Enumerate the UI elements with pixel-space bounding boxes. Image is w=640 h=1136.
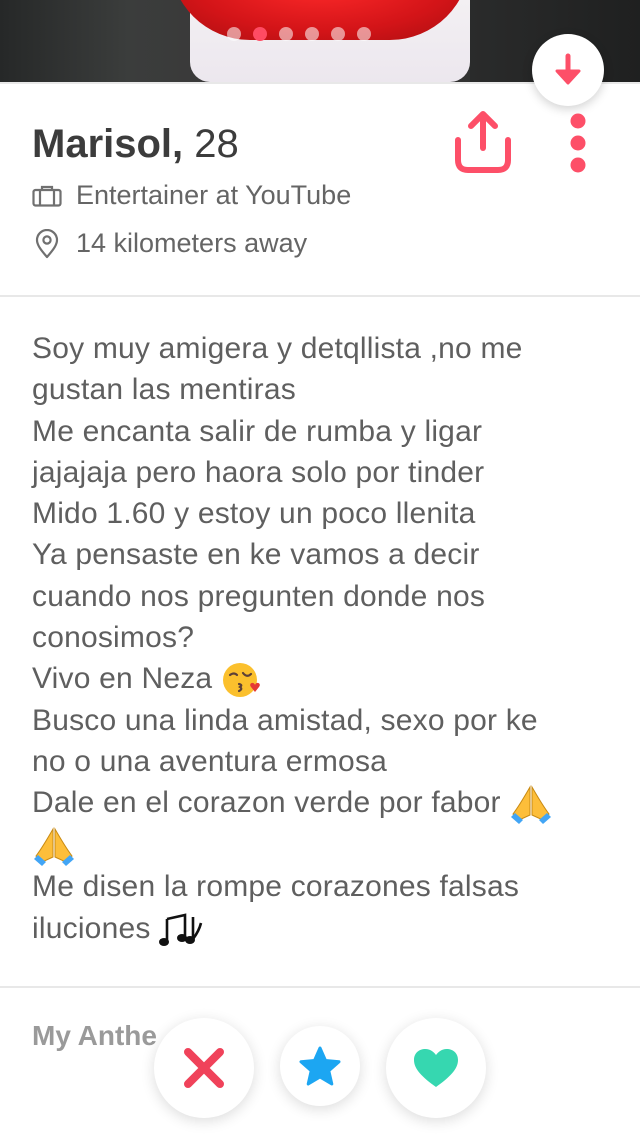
more-options-button[interactable] xyxy=(562,112,594,174)
kiss-face-emoji-icon xyxy=(222,663,260,698)
more-vertical-icon xyxy=(570,113,586,173)
bio-text: Soy muy amigera y detqllista ,no me gust… xyxy=(32,328,622,949)
job-row: Entertainer at YouTube xyxy=(32,180,351,211)
profile-name: Marisol, 28 xyxy=(32,122,239,167)
bio-line-text: iluciones xyxy=(32,911,151,945)
star-icon xyxy=(299,1046,341,1086)
share-button[interactable] xyxy=(452,110,514,174)
profile-first-name: Marisol, xyxy=(32,122,184,166)
musical-notes-emoji-icon xyxy=(159,913,203,946)
bio-line: cuando nos pregunten donde nos xyxy=(32,579,486,613)
location-pin-icon xyxy=(35,228,59,258)
bio-line: Soy muy amigera y detqllista ,no me xyxy=(32,332,523,365)
photo-dot[interactable] xyxy=(227,27,241,41)
action-bar xyxy=(0,1010,640,1136)
bio-line: Me encanta salir de rumba y ligar xyxy=(32,414,483,448)
bio-line: jajajaja pero haora solo por tinder xyxy=(32,455,485,489)
photo-dot[interactable] xyxy=(331,27,345,41)
bio-line: no o una aventura ermosa xyxy=(32,744,388,778)
bio-line-text: Dale en el corazon verde por fabor xyxy=(32,786,501,820)
bio-line: Me disen la rompe corazones falsas xyxy=(32,870,520,904)
super-like-button[interactable] xyxy=(280,1026,360,1106)
collapse-profile-button[interactable] xyxy=(532,34,604,106)
heart-icon xyxy=(414,1049,458,1087)
bio-line: gustan las mentiras xyxy=(32,373,296,407)
praying-hands-emoji-icon xyxy=(34,827,74,867)
bio-line-with-emoji: Vivo en Neza xyxy=(32,658,622,699)
photo-dot[interactable] xyxy=(279,27,293,41)
job-text: Entertainer at YouTube xyxy=(76,180,352,210)
close-icon xyxy=(184,1048,224,1088)
photo-pagination xyxy=(227,27,371,41)
distance-row: 14 kilometers away xyxy=(32,228,307,259)
bio-line: Busco una linda amistad, sexo por ke xyxy=(32,703,538,737)
bio-divider xyxy=(0,986,640,988)
arrow-down-icon xyxy=(555,53,581,85)
bio-line: Mido 1.60 y estoy un poco llenita xyxy=(32,497,476,531)
like-button[interactable] xyxy=(386,1018,486,1118)
profile-age: 28 xyxy=(194,122,239,166)
bio-line: Ya pensaste en ke vamos a decir xyxy=(32,538,480,572)
header-divider xyxy=(0,295,640,297)
bio-line: conosimos? xyxy=(32,621,195,655)
photo-dot[interactable] xyxy=(357,27,371,41)
share-icon xyxy=(455,111,511,173)
briefcase-icon xyxy=(32,185,62,207)
praying-hands-emoji-icon xyxy=(511,785,552,825)
photo-dot[interactable] xyxy=(305,27,319,41)
bio-line-with-emoji: Dale en el corazon verde por fabor xyxy=(32,782,622,825)
distance-text: 14 kilometers away xyxy=(76,228,308,258)
photo-dot-active[interactable] xyxy=(253,27,267,41)
nope-button[interactable] xyxy=(154,1018,254,1118)
bio-line-with-emoji xyxy=(32,824,622,867)
bio-line-with-emoji: iluciones xyxy=(32,908,622,949)
bio-line-text: Vivo en Neza xyxy=(32,662,213,696)
